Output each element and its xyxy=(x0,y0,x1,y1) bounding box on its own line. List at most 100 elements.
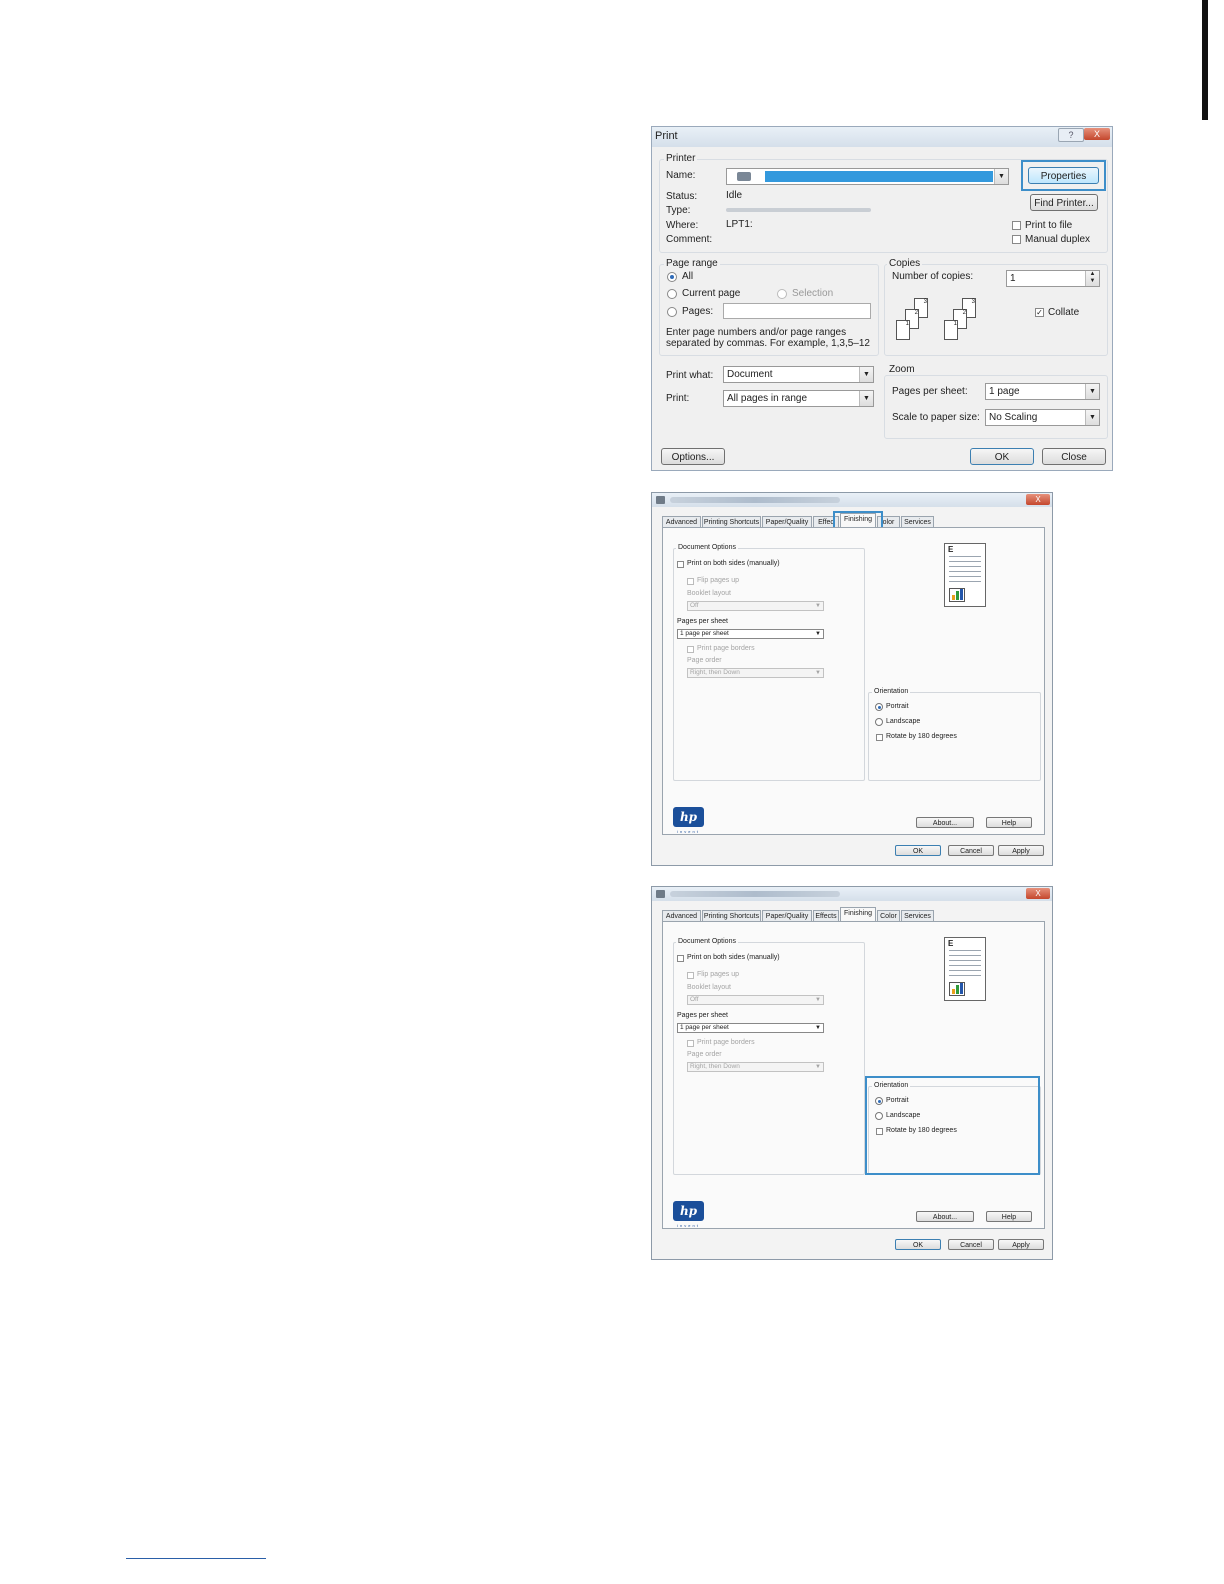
preview-line xyxy=(949,950,981,951)
booklet-select[interactable]: Off ▼ xyxy=(687,995,824,1005)
preview-line xyxy=(949,965,981,966)
ok-button[interactable]: OK xyxy=(970,448,1034,465)
about-button[interactable]: About... xyxy=(916,817,974,828)
help-button[interactable]: Help xyxy=(986,817,1032,828)
page-order-select[interactable]: Right, then Down ▼ xyxy=(687,668,824,678)
printer-name-select[interactable]: ▼ xyxy=(726,168,1009,185)
page-range-hint-1: Enter page numbers and/or page ranges xyxy=(666,327,847,338)
pages-input[interactable] xyxy=(723,303,871,319)
print-to-file-checkbox[interactable] xyxy=(1012,221,1021,230)
type-value-redacted xyxy=(726,208,871,212)
print-what-select[interactable]: Document ▼ xyxy=(723,366,874,383)
preview-line xyxy=(949,576,981,577)
close-icon[interactable]: X xyxy=(1084,128,1110,140)
portrait-radio[interactable] xyxy=(875,1097,883,1105)
number-of-copies-label: Number of copies: xyxy=(892,271,974,282)
current-page-label: Current page xyxy=(682,288,741,299)
tab-effects[interactable]: Effects xyxy=(813,910,839,921)
chevron-down-icon: ▼ xyxy=(859,367,873,382)
landscape-label: Landscape xyxy=(886,718,921,725)
where-value: LPT1: xyxy=(726,219,753,230)
print-value: All pages in range xyxy=(727,393,808,404)
booklet-select[interactable]: Off ▼ xyxy=(687,601,824,611)
scale-select[interactable]: No Scaling ▼ xyxy=(985,409,1100,426)
tab-printing-shortcuts[interactable]: Printing Shortcuts xyxy=(702,910,761,921)
about-button[interactable]: About... xyxy=(916,1211,974,1222)
preview-line xyxy=(949,556,981,557)
both-sides-label: Print on both sides (manually) xyxy=(687,954,780,961)
all-label: All xyxy=(682,271,694,282)
help-button[interactable]: Help xyxy=(986,1211,1032,1222)
tab-advanced[interactable]: Advanced xyxy=(662,910,701,921)
preview-line xyxy=(949,561,981,562)
ok-button[interactable]: OK xyxy=(895,845,941,856)
page-range-hint-2: separated by commas. For example, 1,3,5–… xyxy=(666,338,870,349)
chart-bar xyxy=(952,989,955,994)
tab-paper-quality[interactable]: Paper/Quality xyxy=(762,910,812,921)
tab-printing-shortcuts[interactable]: Printing Shortcuts xyxy=(702,516,761,527)
chevron-down-icon: ▼ xyxy=(815,997,821,1003)
landscape-radio[interactable] xyxy=(875,1112,883,1120)
chart-bar xyxy=(952,595,955,600)
cancel-button[interactable]: Cancel xyxy=(948,1239,994,1250)
flip-pages-label: Flip pages up xyxy=(697,577,740,584)
rotate-checkbox[interactable] xyxy=(876,1128,883,1135)
pages-per-sheet-select[interactable]: 1 page per sheet ▼ xyxy=(677,1023,824,1033)
both-sides-checkbox[interactable] xyxy=(677,955,684,962)
pages-per-sheet-select[interactable]: 1 page per sheet ▼ xyxy=(677,629,824,639)
tab-paper-quality[interactable]: Paper/Quality xyxy=(762,516,812,527)
tab-services[interactable]: Services xyxy=(901,910,934,921)
pages-label: Pages: xyxy=(682,306,714,317)
page-order-select[interactable]: Right, then Down ▼ xyxy=(687,1062,824,1072)
current-page-radio[interactable] xyxy=(667,289,677,299)
flip-pages-checkbox[interactable] xyxy=(687,972,694,979)
dialog-title: Print xyxy=(655,130,678,142)
all-radio[interactable] xyxy=(667,272,677,282)
both-sides-checkbox[interactable] xyxy=(677,561,684,568)
chart-bar xyxy=(956,591,959,600)
cancel-button[interactable]: Cancel xyxy=(948,845,994,856)
pages-radio[interactable] xyxy=(667,307,677,317)
pages-per-sheet-label: Pages per sheet xyxy=(677,1012,728,1019)
rotate-checkbox[interactable] xyxy=(876,734,883,741)
tab-services[interactable]: Services xyxy=(901,516,934,527)
page-borders-checkbox[interactable] xyxy=(687,646,694,653)
flip-pages-label: Flip pages up xyxy=(697,971,740,978)
print-what-value: Document xyxy=(727,369,773,380)
print-select[interactable]: All pages in range ▼ xyxy=(723,390,874,407)
collate-sheet-1: 1 xyxy=(896,320,910,340)
tab-finishing[interactable]: Finishing xyxy=(840,907,876,921)
help-icon[interactable]: ? xyxy=(1058,128,1084,142)
landscape-radio[interactable] xyxy=(875,718,883,726)
options-button[interactable]: Options... xyxy=(661,448,725,465)
tab-color[interactable]: Color xyxy=(877,910,900,921)
pages-per-sheet-select[interactable]: 1 page ▼ xyxy=(985,383,1100,400)
portrait-radio[interactable] xyxy=(875,703,883,711)
chart-bar xyxy=(960,589,963,600)
close-icon[interactable]: X xyxy=(1026,494,1050,505)
tab-advanced[interactable]: Advanced xyxy=(662,516,701,527)
chevron-down-icon: ▼ xyxy=(815,603,821,609)
collate-checkbox[interactable]: ✓ xyxy=(1035,308,1044,317)
page-borders-checkbox[interactable] xyxy=(687,1040,694,1047)
copies-input[interactable]: 1 ▲ ▼ xyxy=(1006,270,1100,287)
manual-duplex-checkbox[interactable] xyxy=(1012,235,1021,244)
properties-dialog-orientation: X Advanced Printing Shortcuts Paper/Qual… xyxy=(651,886,1053,1260)
preview-line xyxy=(949,955,981,956)
hp-logo-icon: hp xyxy=(673,1201,704,1221)
flip-pages-checkbox[interactable] xyxy=(687,578,694,585)
booklet-value: Off xyxy=(690,602,699,609)
apply-button[interactable]: Apply xyxy=(998,1239,1044,1250)
selection-radio[interactable] xyxy=(777,289,787,299)
find-printer-button[interactable]: Find Printer... xyxy=(1030,194,1098,211)
properties-button[interactable]: Properties xyxy=(1028,167,1099,184)
close-button[interactable]: Close xyxy=(1042,448,1106,465)
footer-link-underline xyxy=(126,1558,266,1559)
apply-button[interactable]: Apply xyxy=(998,845,1044,856)
finishing-panel: Document Options Print on both sides (ma… xyxy=(662,527,1045,835)
page-order-value: Right, then Down xyxy=(690,1063,740,1070)
close-icon[interactable]: X xyxy=(1026,888,1050,899)
chevron-down-icon: ▼ xyxy=(859,391,873,406)
ok-button[interactable]: OK xyxy=(895,1239,941,1250)
spinner-icon[interactable]: ▲ ▼ xyxy=(1085,271,1099,286)
